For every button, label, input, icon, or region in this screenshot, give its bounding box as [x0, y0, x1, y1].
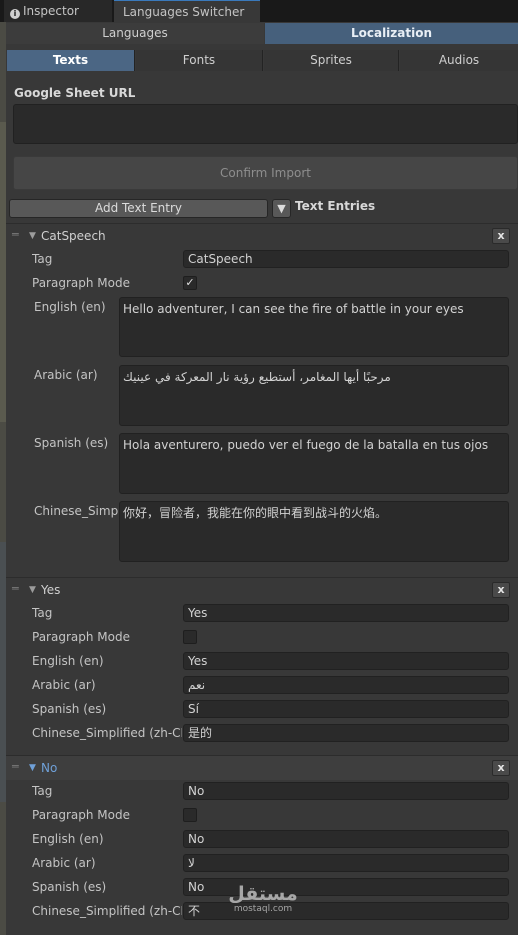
tab-languages-switcher[interactable]: Languages Switcher	[114, 0, 260, 22]
foldout-arrow-icon[interactable]: ▼	[29, 585, 36, 595]
checkmark-icon: ✓	[185, 276, 195, 289]
drag-handle-icon[interactable]: ═	[12, 582, 19, 595]
text-field-en[interactable]: Yes	[183, 652, 509, 670]
paragraph-mode-label: Paragraph Mode	[32, 276, 130, 290]
language-label-zh: Chinese_Simp	[34, 504, 118, 518]
remove-entry-button[interactable]: x	[492, 228, 510, 244]
text-field-ar[interactable]: نعم	[183, 676, 509, 694]
entry-title: Yes	[41, 583, 61, 597]
info-icon: i	[10, 9, 20, 19]
language-label-en: English (en)	[32, 832, 104, 846]
watermark-latin: mostaql.com	[233, 904, 293, 914]
tag-field[interactable]: No	[183, 782, 509, 800]
tab-inspector[interactable]: i Inspector	[4, 0, 112, 22]
remove-entry-button[interactable]: x	[492, 760, 510, 776]
subtab-texts[interactable]: Texts	[7, 50, 135, 71]
tag-label: Tag	[32, 252, 53, 266]
text-field-ar[interactable]: لا	[183, 854, 509, 872]
tab-localization-label: Localization	[350, 26, 433, 40]
subtab-sprites[interactable]: Sprites	[264, 50, 399, 71]
text-field-es[interactable]: Sí	[183, 700, 509, 718]
language-label-es: Spanish (es)	[32, 880, 107, 894]
subtab-fonts-label: Fonts	[182, 53, 216, 67]
language-label-zh: Chinese_Simplified (zh-CN	[32, 904, 182, 918]
remove-entry-button[interactable]: x	[492, 582, 510, 598]
foldout-arrow-icon[interactable]: ▼	[29, 763, 36, 773]
language-label-zh: Chinese_Simplified (zh-CN	[32, 726, 182, 740]
tag-label: Tag	[32, 606, 53, 620]
paragraph-mode-label: Paragraph Mode	[32, 808, 130, 822]
tab-languages-switcher-label: Languages Switcher	[123, 5, 245, 19]
tag-field[interactable]: Yes	[183, 604, 509, 622]
confirm-import-label: Confirm Import	[220, 166, 311, 180]
language-label-en: English (en)	[34, 300, 106, 314]
language-label-ar: Arabic (ar)	[32, 856, 96, 870]
watermark-logo: مستقل mostaql.com	[228, 884, 298, 914]
language-label-es: Spanish (es)	[32, 702, 107, 716]
paragraph-mode-checkbox[interactable]: ✓	[183, 276, 197, 290]
foldout-arrow-icon[interactable]: ▼	[29, 231, 36, 241]
tab-localization[interactable]: Localization	[265, 23, 518, 44]
entry-header-no[interactable]: ═ ▼ No x	[6, 756, 518, 780]
watermark-arabic: مستقل	[228, 883, 298, 905]
text-field-en[interactable]: No	[183, 830, 509, 848]
subtab-fonts[interactable]: Fonts	[136, 50, 263, 71]
close-icon: x	[497, 761, 505, 774]
entry-title: No	[41, 761, 58, 775]
tab-languages-label: Languages	[102, 26, 168, 40]
entry-title: CatSpeech	[41, 229, 106, 243]
tab-languages[interactable]: Languages	[6, 23, 264, 44]
entry-header-yes[interactable]: ═ ▼ Yes x	[6, 578, 518, 602]
language-label-ar: Arabic (ar)	[34, 368, 98, 382]
add-text-entry-label: Add Text Entry	[94, 201, 183, 215]
confirm-import-button[interactable]: Confirm Import	[13, 156, 518, 190]
drag-handle-icon[interactable]: ═	[12, 760, 19, 773]
inspector-panel: Languages Localization Texts Fonts Sprit…	[6, 22, 518, 935]
close-icon: x	[497, 583, 505, 596]
text-area-en[interactable]: Hello adventurer, I can see the fire of …	[119, 297, 509, 357]
tag-field[interactable]: CatSpeech	[183, 250, 509, 268]
language-label-ar: Arabic (ar)	[32, 678, 96, 692]
text-area-zh[interactable]: 你好，冒险者，我能在你的眼中看到战斗的火焰。	[119, 501, 509, 562]
chevron-down-icon: ▼	[277, 202, 286, 215]
text-area-ar[interactable]: مرحبًا أيها المغامر، أستطيع رؤية نار الم…	[119, 365, 509, 426]
subtab-texts-label: Texts	[52, 53, 89, 67]
text-entries-label: Text Entries	[295, 199, 376, 213]
subtab-audios-label: Audios	[438, 53, 480, 67]
paragraph-mode-label: Paragraph Mode	[32, 630, 130, 644]
subtab-audios[interactable]: Audios	[400, 50, 518, 71]
dropdown-button[interactable]: ▼	[272, 199, 291, 218]
close-icon: x	[497, 229, 505, 242]
text-area-es[interactable]: Hola aventurero, puedo ver el fuego de l…	[119, 433, 509, 494]
google-sheet-url-label: Google Sheet URL	[14, 86, 136, 100]
tag-label: Tag	[32, 784, 53, 798]
subtab-sprites-label: Sprites	[310, 53, 352, 67]
drag-handle-icon[interactable]: ═	[12, 228, 19, 241]
add-text-entry-button[interactable]: Add Text Entry	[9, 199, 268, 218]
text-field-zh[interactable]: 是的	[183, 724, 509, 742]
language-label-es: Spanish (es)	[34, 436, 109, 450]
paragraph-mode-checkbox[interactable]	[183, 808, 197, 822]
tab-inspector-label: Inspector	[23, 4, 79, 18]
paragraph-mode-checkbox[interactable]	[183, 630, 197, 644]
google-sheet-url-field[interactable]	[13, 104, 518, 144]
window-tab-bar: i Inspector Languages Switcher	[0, 0, 518, 22]
entry-header-catspeech[interactable]: ═ ▼ CatSpeech x	[6, 224, 518, 248]
language-label-en: English (en)	[32, 654, 104, 668]
